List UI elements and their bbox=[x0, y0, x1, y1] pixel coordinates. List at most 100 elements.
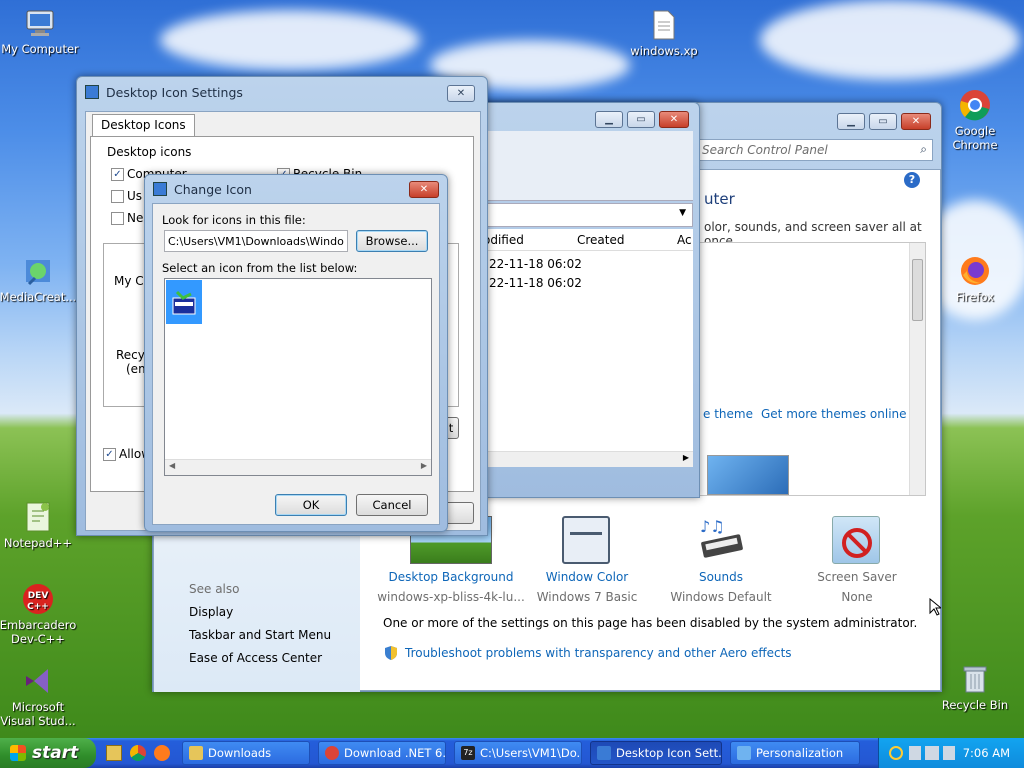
close-button[interactable]: ✕ bbox=[409, 181, 439, 198]
page-title: uter bbox=[704, 190, 735, 208]
selected-icon-item[interactable] bbox=[166, 280, 202, 324]
windows-logo-icon bbox=[10, 745, 26, 761]
help-icon[interactable]: ? bbox=[904, 172, 920, 188]
task-downloads[interactable]: Downloads bbox=[182, 741, 310, 765]
desktop-icon-label: Notepad++ bbox=[3, 536, 73, 550]
search-icon[interactable] bbox=[889, 746, 903, 760]
maximize-button[interactable]: ▭ bbox=[869, 113, 897, 130]
desktop: My Computer windows.xp Google Chrome Med… bbox=[0, 0, 1024, 738]
task-label: C:\Users\VM1\Do... bbox=[480, 746, 582, 760]
clock[interactable]: 7:06 AM bbox=[963, 746, 1010, 760]
explorer-address-bar[interactable]: ▼ bbox=[487, 203, 693, 227]
screen-saver-icon[interactable] bbox=[832, 516, 880, 564]
desktop-icon-recycle-bin[interactable]: Recycle Bin bbox=[933, 662, 1017, 712]
desktop-icon-label: Firefox bbox=[955, 290, 995, 304]
theme-thumbnail[interactable] bbox=[707, 455, 789, 495]
column-modified[interactable]: odified bbox=[483, 233, 524, 247]
ok-button[interactable]: OK bbox=[275, 494, 347, 516]
desktop-icon-visual-studio[interactable]: Microsoft Visual Stud... bbox=[0, 664, 80, 728]
system-tray: 7:06 AM bbox=[878, 738, 1024, 768]
link-taskbar-start-menu[interactable]: Taskbar and Start Menu bbox=[189, 628, 331, 642]
icon-file-path-input[interactable] bbox=[164, 230, 348, 252]
firefox-icon[interactable] bbox=[154, 745, 170, 761]
maximize-button[interactable]: ▭ bbox=[627, 111, 655, 128]
icon-list: ◀ ▶ bbox=[164, 278, 432, 476]
cancel-button[interactable]: Cancel bbox=[356, 494, 428, 516]
dialog-body: Look for icons in this file: Browse... S… bbox=[152, 203, 440, 525]
desktop-icon-devcpp[interactable]: DEV C++ Embarcadero Dev-C++ bbox=[0, 582, 80, 646]
link-ease-of-access[interactable]: Ease of Access Center bbox=[189, 651, 322, 665]
start-button[interactable]: start bbox=[0, 738, 96, 768]
group-heading: Desktop icons bbox=[107, 145, 192, 159]
scroll-left-icon[interactable]: ◀ bbox=[169, 461, 175, 470]
desktop-icon-mediacreation[interactable]: MediaCreat... bbox=[0, 254, 80, 304]
horizontal-scrollbar[interactable]: ▶ bbox=[487, 451, 693, 467]
cloud bbox=[160, 10, 420, 70]
chrome-icon[interactable] bbox=[130, 745, 146, 761]
desktop-icon-notepadpp[interactable]: Notepad++ bbox=[0, 500, 80, 550]
tab-desktop-icons[interactable]: Desktop Icons bbox=[92, 114, 195, 136]
taskbar: start Downloads Download .NET 6.... 7z C:… bbox=[0, 738, 1024, 768]
minimize-button[interactable]: ▁ bbox=[595, 111, 623, 128]
explorer-file-list: odified Created Ac 22-11-18 06:02 22-11-… bbox=[483, 229, 693, 467]
horizontal-scrollbar[interactable]: ◀ ▶ bbox=[165, 459, 431, 475]
network-icon[interactable] bbox=[925, 746, 939, 760]
chevron-down-icon[interactable]: ▼ bbox=[679, 208, 686, 218]
search-icon: ⌕ bbox=[920, 142, 927, 156]
column-attributes[interactable]: Ac bbox=[677, 233, 692, 247]
window-color-value: Windows 7 Basic bbox=[536, 590, 638, 604]
window-color-icon[interactable] bbox=[562, 516, 610, 564]
scrollbar-thumb[interactable] bbox=[912, 259, 923, 321]
devcpp-icon: DEV C++ bbox=[21, 582, 55, 616]
recycle-bin-icon bbox=[958, 662, 992, 696]
table-row[interactable]: 22-11-18 06:02 bbox=[489, 257, 582, 271]
close-button[interactable]: ✕ bbox=[659, 111, 689, 128]
close-button[interactable]: ✕ bbox=[901, 113, 931, 130]
minimize-button[interactable]: ▁ bbox=[837, 113, 865, 130]
document-icon bbox=[647, 8, 681, 42]
theme-link[interactable]: e theme bbox=[703, 407, 753, 421]
desktop-icon-windows-xp[interactable]: windows.xp bbox=[622, 8, 706, 58]
folder-icon[interactable] bbox=[106, 745, 122, 761]
cloud bbox=[760, 0, 1020, 80]
link-display[interactable]: Display bbox=[189, 605, 233, 619]
checkbox-users-files[interactable]: Us bbox=[111, 189, 142, 203]
desktop-icon-preview bbox=[172, 290, 196, 315]
desktop-background-link[interactable]: Desktop Background bbox=[376, 570, 526, 584]
sounds-value: Windows Default bbox=[670, 590, 772, 604]
notepadpp-icon bbox=[21, 500, 55, 534]
task-personalization[interactable]: Personalization bbox=[730, 741, 860, 765]
sounds-icon[interactable]: ♪♫ bbox=[696, 514, 746, 564]
visual-studio-icon bbox=[21, 664, 55, 698]
see-also-heading: See also bbox=[189, 582, 240, 596]
start-label: start bbox=[32, 743, 79, 763]
volume-icon[interactable] bbox=[943, 746, 955, 760]
close-button[interactable]: ✕ bbox=[447, 85, 475, 102]
table-row[interactable]: 22-11-18 06:02 bbox=[489, 276, 582, 290]
get-more-themes-link[interactable]: Get more themes online bbox=[761, 407, 907, 421]
troubleshoot-link[interactable]: Troubleshoot problems with transparency … bbox=[405, 646, 792, 660]
desktop-icon-my-computer[interactable]: My Computer bbox=[0, 6, 82, 56]
screen-saver-label: Screen Saver bbox=[817, 570, 897, 584]
screen-saver-value: None bbox=[841, 590, 873, 604]
scroll-right-icon[interactable]: ▶ bbox=[421, 461, 427, 470]
task-7zip[interactable]: 7z C:\Users\VM1\Do... bbox=[454, 741, 582, 765]
desktop-icon-firefox[interactable]: Firefox bbox=[933, 254, 1017, 304]
desktop-icon-label: Google Chrome bbox=[952, 124, 998, 152]
explorer-toolbar bbox=[487, 131, 693, 201]
task-desktop-icon-settings[interactable]: Desktop Icon Sett... bbox=[590, 741, 722, 765]
column-created[interactable]: Created bbox=[577, 233, 625, 247]
browse-button[interactable]: Browse... bbox=[356, 230, 428, 252]
chrome-icon bbox=[325, 746, 339, 760]
desktop-icon-google-chrome[interactable]: Google Chrome bbox=[933, 88, 1017, 152]
themes-scrollbar[interactable] bbox=[909, 243, 925, 495]
scroll-right-icon[interactable]: ▶ bbox=[683, 453, 689, 462]
window-color-link[interactable]: Window Color bbox=[512, 570, 662, 584]
task-download-net[interactable]: Download .NET 6.... bbox=[318, 741, 446, 765]
checkbox-network[interactable]: Ne bbox=[111, 211, 143, 225]
search-box[interactable]: Search Control Panel ⌕ bbox=[697, 139, 933, 161]
task-label: Personalization bbox=[756, 746, 844, 760]
sounds-link[interactable]: Sounds bbox=[646, 570, 796, 584]
disabled-notice: One or more of the settings on this page… bbox=[383, 616, 918, 630]
usb-icon[interactable] bbox=[909, 746, 921, 760]
